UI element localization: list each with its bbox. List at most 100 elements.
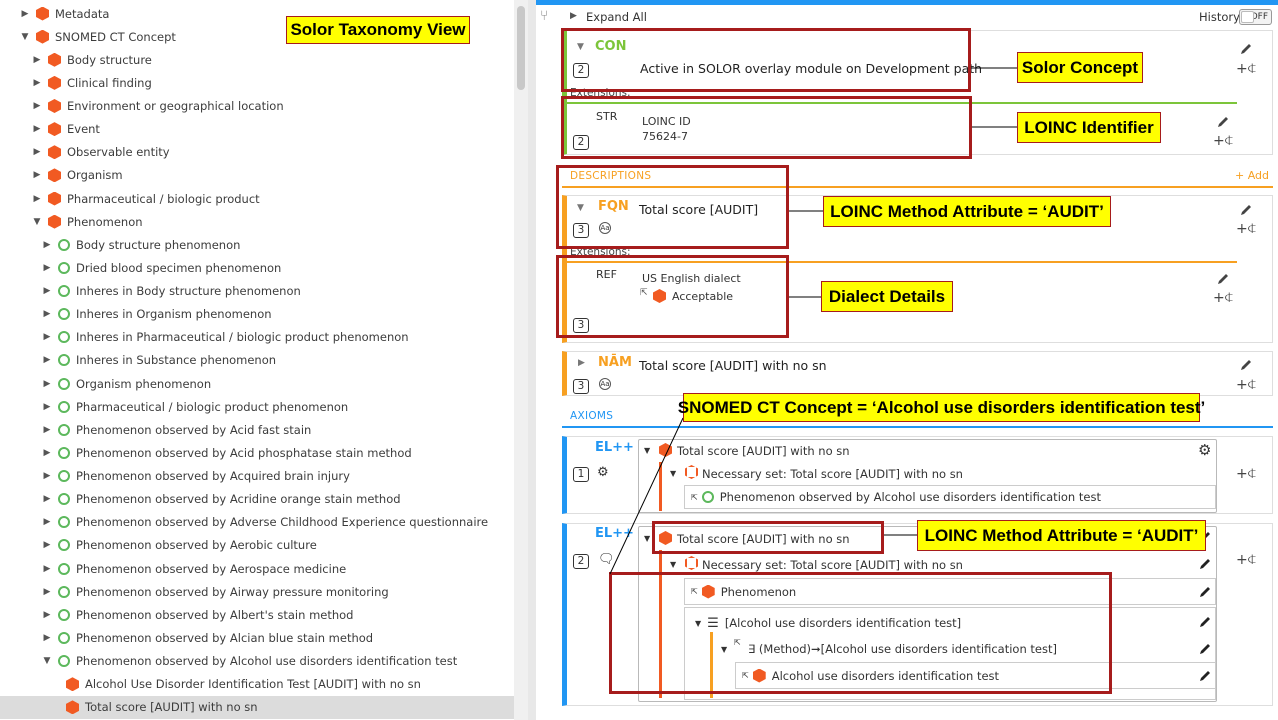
nam-expand-icon[interactable]: ▶: [578, 358, 585, 368]
tree-item[interactable]: ▶ Inheres in Organism phenomenon: [42, 303, 272, 326]
axiom1-gears-icon[interactable]: ⚙: [597, 465, 609, 480]
expand-arrow-icon[interactable]: ▶: [42, 425, 52, 435]
axiom1-leaf-row[interactable]: ⇱ Phenomenon observed by Alcohol use diso…: [684, 485, 1216, 509]
edit-concept-pencil-icon[interactable]: [1239, 42, 1253, 59]
expand-arrow-icon[interactable]: ▶: [32, 78, 42, 88]
expand-arrow-icon[interactable]: ▶: [32, 55, 42, 65]
expand-arrow-icon[interactable]: ▶: [32, 170, 42, 180]
axiom2-root-collapse-icon[interactable]: ▼: [644, 534, 650, 543]
taxonomy-tree[interactable]: ▶ Metadata ▼ SNOMED CT Concept ▶ Body structu…: [0, 0, 514, 720]
attach-str-icon[interactable]: +⍧: [1213, 133, 1233, 149]
tree-item[interactable]: ▶ Body structure: [32, 48, 152, 71]
expand-arrow-icon[interactable]: ▶: [20, 9, 30, 19]
tree-item[interactable]: ▶ Phenomenon observed by Acid fast stain: [42, 418, 312, 441]
expand-arrow-icon[interactable]: ▶: [42, 402, 52, 412]
attach-ref-icon[interactable]: +⍧: [1213, 290, 1233, 306]
edit-leaf-pencil-icon[interactable]: [1198, 669, 1212, 686]
tree-item[interactable]: Total score [AUDIT] with no sn: [0, 695, 514, 719]
tree-item[interactable]: ▶ Phenomenon observed by Acridine orange …: [42, 488, 401, 511]
tree-item[interactable]: ▶ Phenomenon observed by Adverse Childhoo…: [42, 511, 489, 534]
tree-item[interactable]: ▶ Phenomenon observed by Acid phosphatase…: [42, 441, 412, 464]
attach-axiom2-icon[interactable]: +⍧: [1236, 552, 1256, 568]
tree-item[interactable]: ▶ Phenomenon observed by Alcian blue stai…: [42, 627, 374, 650]
expand-arrow-icon[interactable]: ▶: [42, 286, 52, 296]
tree-item[interactable]: ▶ Environment or geographical location: [32, 95, 284, 118]
expand-all-label[interactable]: Expand All: [586, 10, 647, 24]
axiom1-count-badge: 1: [573, 466, 589, 482]
attach-fqn-icon[interactable]: +⍧: [1236, 221, 1256, 237]
add-description-button[interactable]: + Add: [1235, 169, 1269, 182]
expand-arrow-icon[interactable]: ▶: [42, 564, 52, 574]
expand-arrow-icon[interactable]: ▶: [42, 633, 52, 643]
tree-item[interactable]: ▶ Inheres in Body structure phenomenon: [42, 280, 301, 303]
expand-arrow-icon[interactable]: ▶: [42, 240, 52, 250]
tree-item[interactable]: ▼ Phenomenon: [32, 210, 143, 233]
expand-arrow-icon[interactable]: ▶: [42, 517, 52, 527]
tree-item[interactable]: ▶ Phenomenon observed by Aerobic culture: [42, 534, 317, 557]
expand-arrow-icon[interactable]: ▶: [42, 379, 52, 389]
expand-arrow-icon[interactable]: ▶: [42, 540, 52, 550]
expand-arrow-icon[interactable]: ▶: [32, 147, 42, 157]
expand-all-triangle-icon[interactable]: ▶: [570, 11, 577, 21]
axiom1-root-collapse-icon[interactable]: ▼: [644, 446, 650, 455]
taxonomy-scrollbar[interactable]: [514, 0, 528, 720]
edit-fqn-pencil-icon[interactable]: [1239, 203, 1253, 220]
axiom2-comment-icon[interactable]: 🗨: [598, 552, 615, 567]
expand-arrow-icon[interactable]: ▶: [42, 610, 52, 620]
expand-arrow-icon[interactable]: ▶: [32, 101, 42, 111]
attach-nam-icon[interactable]: +⍧: [1236, 377, 1256, 393]
collapse-arrow-icon[interactable]: ▼: [20, 32, 30, 42]
expand-arrow-icon[interactable]: ▶: [32, 194, 42, 204]
axiom1-leaf-link-icon[interactable]: ⇱: [691, 493, 698, 502]
axiom1-settings-gears-icon[interactable]: ⚙: [1198, 441, 1211, 459]
tree-item[interactable]: ▶ Body structure phenomenon: [42, 233, 241, 256]
expand-arrow-icon[interactable]: ▶: [42, 355, 52, 365]
edit-axiom2-set-pencil-icon[interactable]: [1198, 557, 1212, 574]
scrollbar-thumb[interactable]: [517, 6, 525, 90]
tree-item[interactable]: ▶ Phenomenon observed by Acquired brain i…: [42, 465, 350, 488]
edit-nam-pencil-icon[interactable]: [1239, 358, 1253, 375]
edit-ref-pencil-icon[interactable]: [1216, 272, 1230, 289]
tree-item[interactable]: ▶ Inheres in Substance phenomenon: [42, 349, 277, 372]
expand-arrow-icon[interactable]: ▶: [42, 587, 52, 597]
expand-arrow-icon[interactable]: ▶: [32, 124, 42, 134]
axiom1-set-collapse-icon[interactable]: ▼: [670, 469, 676, 478]
expand-arrow-icon[interactable]: ▶: [42, 448, 52, 458]
hexagon-icon: [48, 145, 61, 160]
tree-item[interactable]: ▶ Organism: [32, 164, 123, 187]
edit-str-pencil-icon[interactable]: [1216, 115, 1230, 132]
expand-arrow-icon[interactable]: ▶: [42, 263, 52, 273]
tree-item[interactable]: ▶ Metadata: [20, 2, 109, 25]
tree-item[interactable]: ▶ Inheres in Pharmaceutical / biologic pr…: [42, 326, 409, 349]
tree-item[interactable]: ▶ Phenomenon observed by Albert's stain m…: [42, 603, 354, 626]
edit-group-pencil-icon[interactable]: [1198, 615, 1212, 632]
expand-arrow-icon[interactable]: ▶: [42, 332, 52, 342]
tree-item[interactable]: ▶ Phenomenon observed by Airway pressure …: [42, 580, 389, 603]
attach-axiom1-icon[interactable]: +⍧: [1236, 466, 1256, 482]
axiom2-set-collapse-icon[interactable]: ▼: [670, 560, 676, 569]
callout-snomed: SNOMED CT Concept = ‘Alcohol use disorde…: [678, 393, 1205, 422]
toggle-knob[interactable]: [1241, 11, 1254, 23]
collapse-arrow-icon[interactable]: ▼: [32, 217, 42, 227]
tree-item[interactable]: ▼ Phenomenon observed by Alcohol use diso…: [42, 650, 458, 673]
expand-arrow-icon[interactable]: ▶: [42, 494, 52, 504]
expand-arrow-icon[interactable]: ▶: [42, 309, 52, 319]
tree-item[interactable]: ▶ Observable entity: [32, 141, 170, 164]
tree-item[interactable]: ▶ Phenomenon observed by Aerospace medici…: [42, 557, 347, 580]
edit-role-pencil-icon[interactable]: [1198, 642, 1212, 659]
tree-item[interactable]: ▶ Event: [32, 118, 100, 141]
tree-item[interactable]: ▶ Clinical finding: [32, 71, 152, 94]
attach-concept-icon[interactable]: +⍧: [1236, 61, 1256, 77]
tree-item[interactable]: ▼ SNOMED CT Concept: [20, 25, 176, 48]
edit-phenomenon-pencil-icon[interactable]: [1198, 585, 1212, 602]
split-divider[interactable]: [528, 0, 536, 720]
tree-item[interactable]: Alcohol Use Disorder Identification Test…: [66, 673, 421, 696]
collapse-arrow-icon[interactable]: ▼: [42, 656, 52, 666]
tree-item[interactable]: ▶ Pharmaceutical / biologic product: [32, 187, 260, 210]
branch-icon[interactable]: ⑂: [540, 8, 556, 24]
expand-arrow-icon[interactable]: ▶: [42, 471, 52, 481]
history-toggle[interactable]: OFF: [1239, 9, 1272, 25]
tree-item[interactable]: ▶ Pharmaceutical / biologic product pheno…: [42, 395, 349, 418]
tree-item[interactable]: ▶ Organism phenomenon: [42, 372, 212, 395]
tree-item[interactable]: ▶ Dried blood specimen phenomenon: [42, 256, 282, 279]
